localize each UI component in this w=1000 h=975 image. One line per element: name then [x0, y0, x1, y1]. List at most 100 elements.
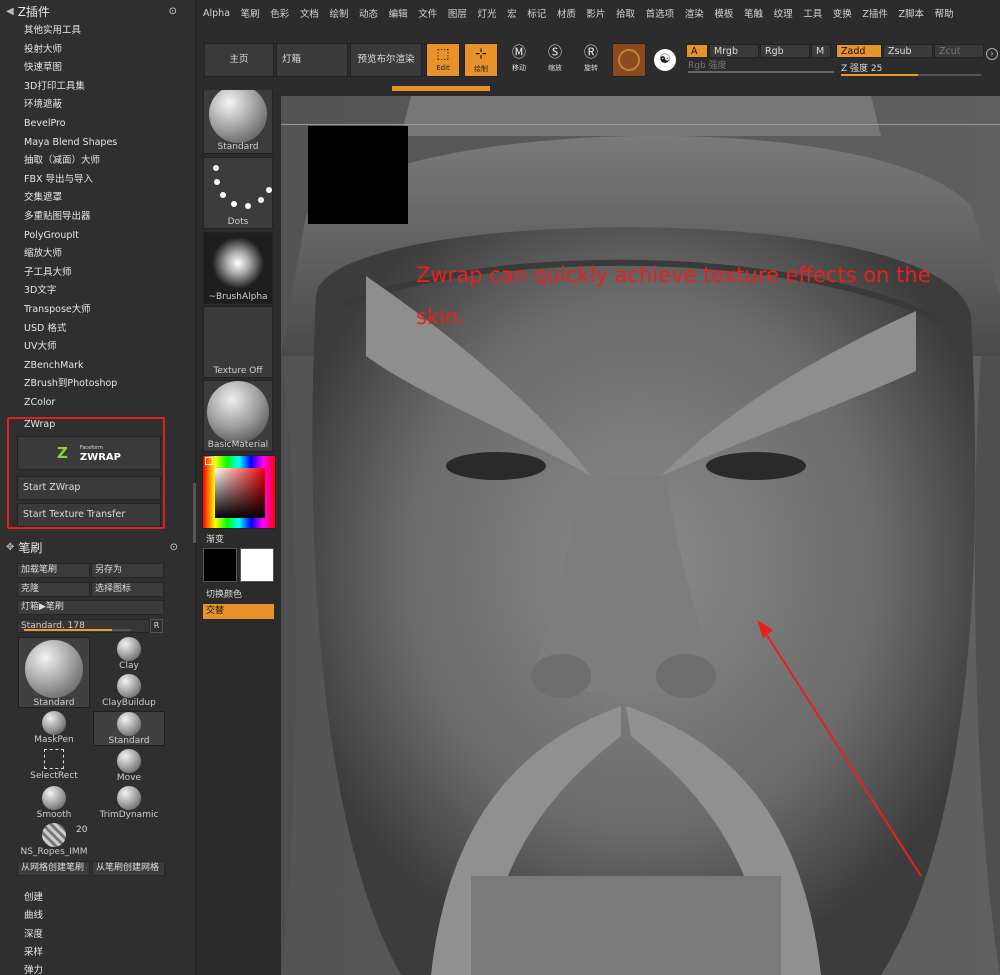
plugin-item[interactable]: FBX 导出与导入 — [24, 171, 195, 190]
plugin-item[interactable]: PolyGroupIt — [24, 227, 195, 246]
lightbox-brush-button[interactable]: 灯箱▶笔刷 — [17, 600, 164, 615]
menu-item[interactable]: 文件 — [418, 6, 437, 20]
plugin-item[interactable]: 抽取（减面）大师 — [24, 152, 195, 171]
draw-button[interactable]: ⊹ 绘制 — [464, 43, 498, 77]
symmetry-icon[interactable]: ☯ — [654, 49, 676, 71]
brush-trimdynamic[interactable]: TrimDynamic — [95, 786, 163, 820]
menu-elasticity[interactable]: 弹力 — [24, 962, 43, 975]
color-saturation-square[interactable] — [215, 468, 265, 518]
menu-create[interactable]: 创建 — [24, 889, 43, 903]
menu-item[interactable]: 模板 — [714, 6, 733, 20]
tray-stroke-dots[interactable]: Dots — [203, 157, 273, 229]
menu-depth[interactable]: 深度 — [24, 926, 43, 940]
move-mode-button[interactable]: Ⓜ 移动 — [502, 43, 536, 77]
m-toggle[interactable]: M — [811, 44, 831, 58]
menu-item[interactable]: 影片 — [586, 6, 605, 20]
menu-item[interactable]: 编辑 — [389, 6, 408, 20]
brush-claybuildup[interactable]: ClayBuildup — [95, 674, 163, 708]
color-picker-handle[interactable] — [205, 457, 213, 465]
plugin-item[interactable]: 其他实用工具 — [24, 22, 195, 41]
start-texture-transfer-button[interactable]: Start Texture Transfer — [17, 503, 161, 527]
lightbox-button[interactable]: 灯箱 — [276, 43, 348, 77]
z-intensity-slider[interactable]: Z 强度 25 — [841, 63, 981, 76]
scroll-arrow-icon[interactable]: › — [986, 48, 998, 60]
scale-mode-button[interactable]: Ⓢ 缩放 — [538, 43, 572, 77]
brush-clay[interactable]: Clay — [95, 637, 163, 671]
plugin-item[interactable]: 3D打印工具集 — [24, 78, 195, 97]
zadd-toggle[interactable]: Zadd — [836, 44, 882, 58]
tray-brush-standard[interactable]: Standard — [203, 82, 273, 154]
reset-r-button[interactable]: R — [150, 619, 163, 633]
menu-item[interactable]: 色彩 — [270, 6, 289, 20]
menu-item[interactable]: 文档 — [300, 6, 319, 20]
swap-button[interactable]: 交替 — [203, 604, 274, 619]
rotate-mode-button[interactable]: Ⓡ 旋转 — [574, 43, 608, 77]
viewport-canvas[interactable]: Zwrap can quickly achieve texture effect… — [281, 96, 1000, 975]
menu-item[interactable]: 笔触 — [744, 6, 763, 20]
pin-icon[interactable]: ⊙ — [170, 542, 178, 553]
zsub-toggle[interactable]: Zsub — [883, 44, 933, 58]
brush-move[interactable]: Move — [95, 749, 163, 783]
select-icon-button[interactable]: 选择图标 — [91, 582, 164, 597]
material-button[interactable] — [612, 43, 646, 77]
menu-item[interactable]: 拾取 — [616, 6, 635, 20]
mesh-from-brush-button[interactable]: 从笔刷创建网格 — [92, 861, 165, 876]
zcut-toggle[interactable]: Zcut — [934, 44, 984, 58]
brush-selectrect[interactable]: SelectRect — [19, 749, 89, 782]
plugin-item[interactable]: 环境遮蔽 — [24, 96, 195, 115]
menu-item[interactable]: 灯光 — [477, 6, 496, 20]
color-picker[interactable] — [202, 455, 276, 529]
plugin-item[interactable]: ZBenchMark — [24, 357, 195, 376]
plugin-item[interactable]: 快速草图 — [24, 59, 195, 78]
move-icon[interactable]: ✥ — [6, 542, 14, 553]
tray-texture[interactable]: Texture Off — [203, 306, 273, 378]
brush-header[interactable]: ✥ 笔刷 ⊙ — [0, 536, 196, 558]
rgb-intensity-slider[interactable]: Rgb 强度 — [688, 60, 834, 73]
secondary-color-swatch[interactable] — [240, 548, 274, 582]
tray-material[interactable]: BasicMaterial — [203, 380, 273, 452]
zplugin-header[interactable]: ◀ Z插件 ⊙ — [0, 0, 195, 22]
a-toggle[interactable]: A — [686, 44, 708, 58]
mrgb-toggle[interactable]: Mrgb — [709, 44, 759, 58]
clone-button[interactable]: 克隆 — [17, 582, 90, 597]
menu-item[interactable]: 绘制 — [329, 6, 348, 20]
plugin-item[interactable]: 多重贴图导出器 — [24, 208, 195, 227]
load-brush-button[interactable]: 加载笔刷 — [17, 563, 90, 578]
plugin-item[interactable]: USD 格式 — [24, 320, 195, 339]
rgb-toggle[interactable]: Rgb — [760, 44, 810, 58]
brush-maskpen[interactable]: MaskPen — [19, 711, 89, 745]
plugin-item[interactable]: 子工具大师 — [24, 264, 195, 283]
menu-item[interactable]: Z插件 — [862, 6, 888, 20]
navigator-thumbnail[interactable] — [308, 126, 408, 224]
plugin-item[interactable]: 投射大师 — [24, 41, 195, 60]
menu-item[interactable]: Z脚本 — [899, 6, 925, 20]
brush-standard-small[interactable]: Standard — [93, 711, 165, 746]
menu-item[interactable]: 图层 — [448, 6, 467, 20]
menu-item[interactable]: 工具 — [803, 6, 822, 20]
menu-item[interactable]: 材质 — [557, 6, 576, 20]
menu-item[interactable]: 渲染 — [685, 6, 704, 20]
menu-curve[interactable]: 曲线 — [24, 907, 43, 921]
menu-item[interactable]: 标记 — [527, 6, 546, 20]
start-zwrap-button[interactable]: Start ZWrap — [17, 476, 161, 500]
menu-item[interactable]: Alpha — [203, 8, 230, 19]
menu-item[interactable]: 首选项 — [646, 6, 675, 20]
menu-item[interactable]: 变换 — [833, 6, 852, 20]
plugin-item[interactable]: 交集遮罩 — [24, 189, 195, 208]
brush-smooth[interactable]: Smooth — [19, 786, 89, 820]
plugin-item[interactable]: Maya Blend Shapes — [24, 134, 195, 153]
edit-button[interactable]: ⬚ Edit — [426, 43, 460, 77]
plugin-item[interactable]: 缩放大师 — [24, 245, 195, 264]
brush-standard-large[interactable]: Standard — [18, 637, 90, 708]
brush-size-slider[interactable]: Standard. 178 — [17, 619, 150, 633]
home-button[interactable]: 主页 — [204, 43, 274, 77]
menu-item[interactable]: 宏 — [507, 6, 517, 20]
plugin-item[interactable]: UV大师 — [24, 338, 195, 357]
plugin-item[interactable]: 3D文字 — [24, 282, 195, 301]
tray-alpha[interactable]: ~BrushAlpha — [203, 232, 273, 304]
bpr-button[interactable]: 预览布尔渲染 — [350, 43, 422, 77]
plugin-item[interactable]: Transpose大师 — [24, 301, 195, 320]
main-color-swatch[interactable] — [203, 548, 237, 582]
pin-icon[interactable]: ⊙ — [169, 6, 177, 17]
plugin-item[interactable]: ZColor — [24, 394, 195, 413]
